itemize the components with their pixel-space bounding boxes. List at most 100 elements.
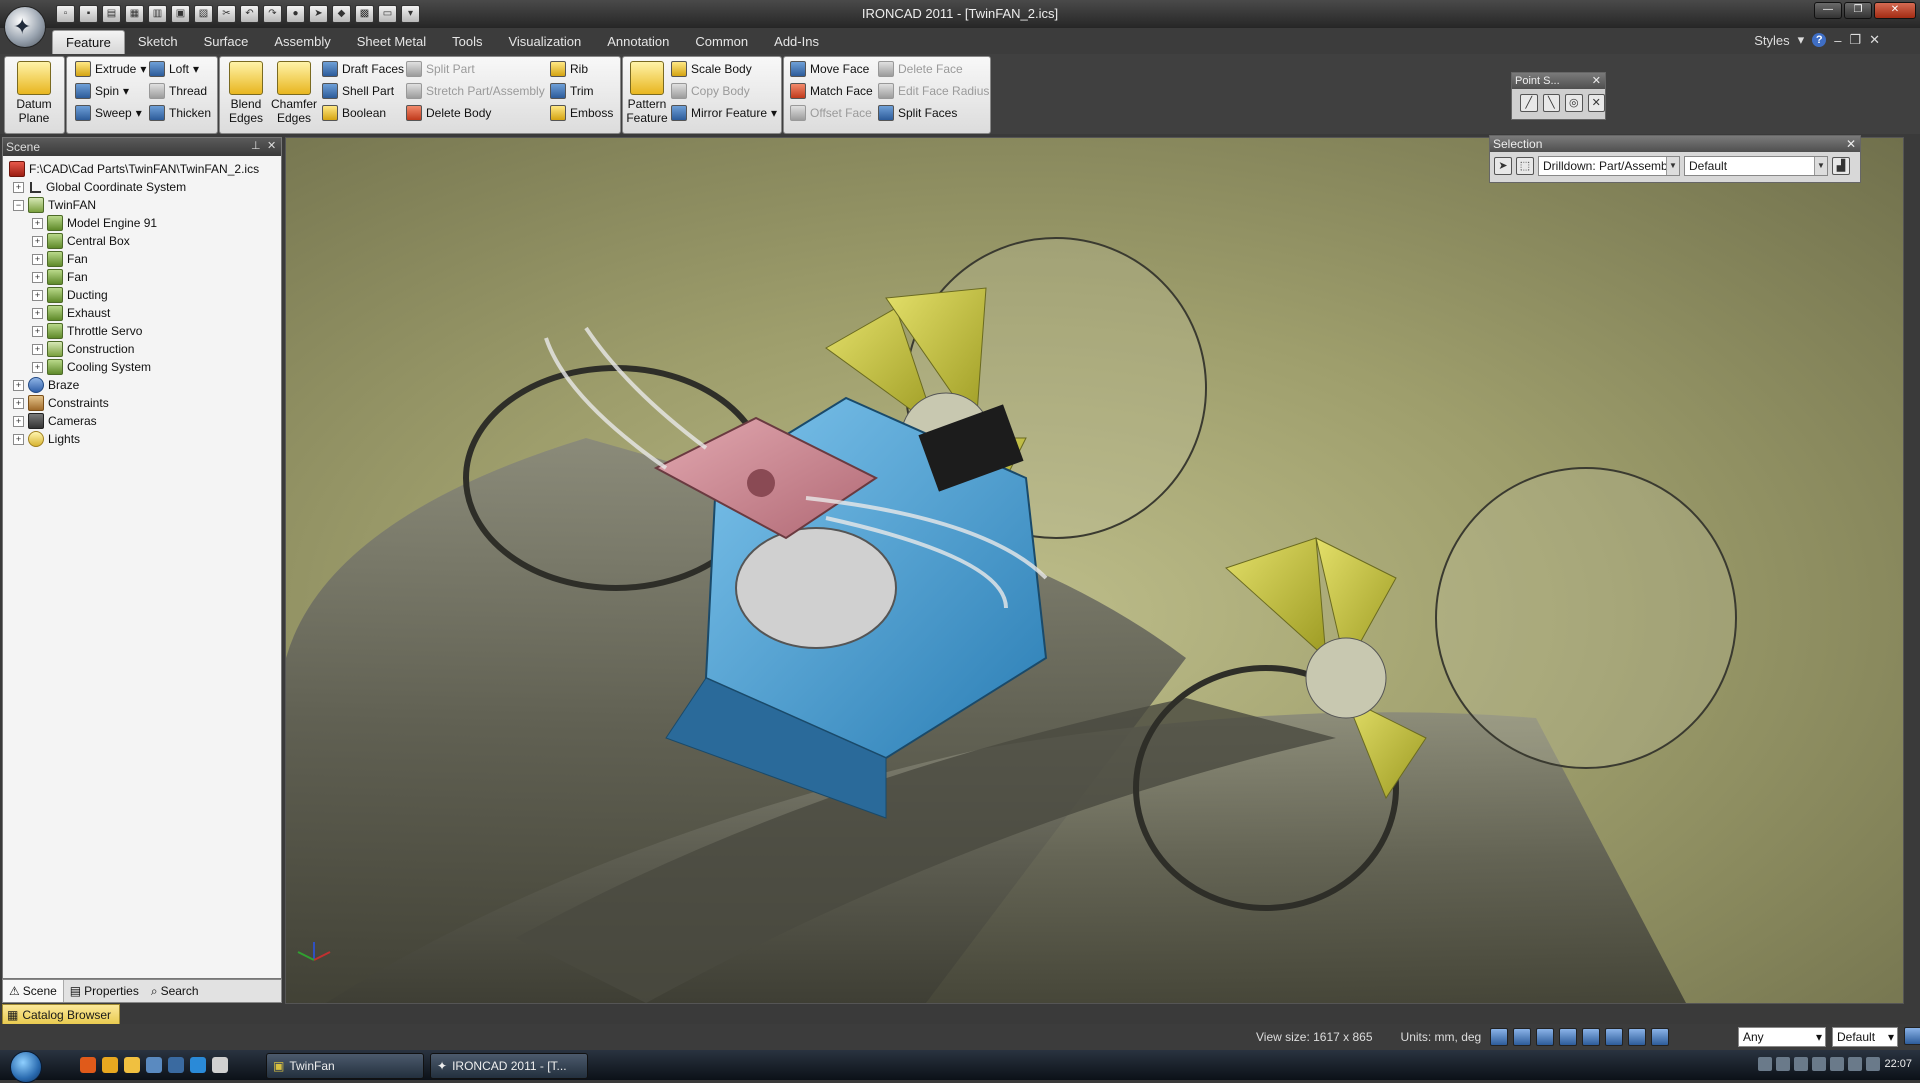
maximize-button[interactable]: ❐: [1844, 2, 1872, 19]
tab-add-ins[interactable]: Add-Ins: [761, 30, 832, 54]
expand-icon[interactable]: +: [32, 307, 43, 319]
emboss-button[interactable]: Emboss: [550, 103, 613, 123]
tray-icon[interactable]: [1812, 1057, 1827, 1071]
section-icon[interactable]: [1605, 1028, 1623, 1046]
expand-icon[interactable]: +: [32, 361, 43, 373]
folder-icon[interactable]: [102, 1057, 118, 1073]
filter-select[interactable]: Any ▾: [1738, 1027, 1826, 1047]
desktop-icon[interactable]: [146, 1057, 162, 1073]
close-button[interactable]: ✕: [1874, 2, 1916, 19]
center-snap-icon[interactable]: ◎: [1565, 94, 1583, 112]
move-face-button[interactable]: Move Face: [790, 59, 869, 79]
expand-icon[interactable]: +: [32, 235, 43, 247]
tree-item-cooling-system[interactable]: + Cooling System: [32, 358, 151, 376]
tab-scene[interactable]: ⚠ Scene: [3, 980, 64, 1002]
split-part-button[interactable]: Split Part: [406, 59, 475, 79]
zoom-icon[interactable]: [1490, 1028, 1508, 1046]
tree-item-cameras[interactable]: + Cameras: [13, 412, 97, 430]
app-menu-button[interactable]: ✦: [4, 6, 46, 48]
expand-icon[interactable]: +: [32, 325, 43, 337]
view-orient-icon[interactable]: [1536, 1028, 1554, 1046]
boolean-button[interactable]: Boolean: [322, 103, 386, 123]
tab-feature[interactable]: Feature: [52, 30, 125, 54]
drilldown-mode-select[interactable]: Drilldown: Part/Assemb ▼: [1538, 156, 1680, 176]
draft-faces-button[interactable]: Draft Faces: [322, 59, 404, 79]
tree-item-throttle-servo[interactable]: + Throttle Servo: [32, 322, 142, 340]
tree-item-construction[interactable]: + Construction: [32, 340, 134, 358]
app-icon[interactable]: [212, 1057, 228, 1073]
chamfer-edges-button[interactable]: Chamfer Edges: [270, 61, 318, 125]
tree-item-ducting[interactable]: + Ducting: [32, 286, 108, 304]
assembly-tree-icon[interactable]: ▟: [1832, 157, 1850, 175]
blend-edges-button[interactable]: Blend Edges: [226, 61, 266, 125]
tray-icon[interactable]: [1830, 1057, 1845, 1071]
camera-icon[interactable]: [1582, 1028, 1600, 1046]
tree-item-fan-1[interactable]: + Fan: [32, 250, 88, 268]
rib-button[interactable]: Rib: [550, 59, 588, 79]
match-face-button[interactable]: Match Face: [790, 81, 873, 101]
cancel-snap-icon[interactable]: ✕: [1587, 94, 1605, 112]
tab-annotation[interactable]: Annotation: [594, 30, 682, 54]
tree-item-constraints[interactable]: + Constraints: [13, 394, 109, 412]
stretch-part-assembly-button[interactable]: Stretch Part/Assembly: [406, 81, 545, 101]
collapse-icon[interactable]: −: [13, 199, 24, 211]
line-snap-icon[interactable]: ╱: [1520, 94, 1538, 112]
help-icon[interactable]: ?: [1812, 33, 1827, 47]
spin-button[interactable]: Spin ▾: [75, 81, 129, 101]
media-icon[interactable]: [124, 1057, 140, 1073]
loft-button[interactable]: Loft ▾: [149, 59, 199, 79]
taskbar-item-ironcad[interactable]: ✦ IRONCAD 2011 - [T...: [430, 1053, 588, 1079]
firefox-icon[interactable]: [80, 1057, 96, 1073]
close-icon[interactable]: ✕: [267, 139, 276, 152]
pin-icon[interactable]: ⊥: [251, 139, 261, 152]
global-icon[interactable]: [1651, 1028, 1669, 1046]
expand-icon[interactable]: +: [13, 433, 24, 445]
tree-icon[interactable]: [1904, 1027, 1920, 1045]
taskbar-item-twinfan[interactable]: ▣ TwinFan: [266, 1053, 424, 1079]
shell-part-button[interactable]: Shell Part: [322, 81, 394, 101]
split-faces-button[interactable]: Split Faces: [878, 103, 957, 123]
tab-properties[interactable]: ▤ Properties: [64, 980, 145, 1002]
expand-icon[interactable]: +: [32, 343, 43, 355]
tree-item-model-engine[interactable]: + Model Engine 91: [32, 214, 157, 232]
display-icon[interactable]: [1628, 1028, 1646, 1046]
select-box-icon[interactable]: ⬚: [1516, 157, 1534, 175]
point-snap-icon[interactable]: ╲: [1542, 94, 1560, 112]
thread-button[interactable]: Thread: [149, 81, 207, 101]
close-icon[interactable]: ✕: [1846, 136, 1856, 152]
scale-body-button[interactable]: Scale Body: [671, 59, 752, 79]
expand-icon[interactable]: +: [13, 379, 24, 391]
network-icon[interactable]: [1848, 1057, 1863, 1071]
tree-item-gcs[interactable]: + Global Coordinate System: [13, 178, 186, 196]
offset-face-button[interactable]: Offset Face: [790, 103, 872, 123]
delete-face-button[interactable]: Delete Face: [878, 59, 963, 79]
zoom-window-icon[interactable]: [1513, 1028, 1531, 1046]
tree-item-central-box[interactable]: + Central Box: [32, 232, 130, 250]
mirror-feature-button[interactable]: Mirror Feature ▾: [671, 103, 777, 123]
selection-filter-select[interactable]: Default ▼: [1684, 156, 1828, 176]
select-arrow-icon[interactable]: ➤: [1494, 157, 1512, 175]
expand-icon[interactable]: +: [32, 271, 43, 283]
expand-icon[interactable]: +: [13, 397, 24, 409]
switch-windows-icon[interactable]: [168, 1057, 184, 1073]
tab-common[interactable]: Common: [682, 30, 761, 54]
ie-icon[interactable]: [190, 1057, 206, 1073]
tray-icon[interactable]: [1758, 1057, 1773, 1071]
datum-plane-button[interactable]: Datum Plane: [9, 61, 59, 125]
trim-button[interactable]: Trim: [550, 81, 594, 101]
tab-tools[interactable]: Tools: [439, 30, 495, 54]
tab-sheet-metal[interactable]: Sheet Metal: [344, 30, 439, 54]
tab-assembly[interactable]: Assembly: [261, 30, 343, 54]
expand-icon[interactable]: +: [32, 289, 43, 301]
expand-icon[interactable]: +: [32, 217, 43, 229]
pattern-feature-button[interactable]: Pattern Feature: [625, 61, 669, 125]
expand-icon[interactable]: +: [13, 415, 24, 427]
3d-viewport[interactable]: [285, 137, 1904, 1004]
tab-visualization[interactable]: Visualization: [495, 30, 594, 54]
restore-doc-icon[interactable]: ❐: [1849, 32, 1861, 48]
sweep-button[interactable]: Sweep ▾: [75, 103, 142, 123]
tray-icon[interactable]: [1776, 1057, 1791, 1071]
delete-body-button[interactable]: Delete Body: [406, 103, 491, 123]
tab-sketch[interactable]: Sketch: [125, 30, 191, 54]
close-doc-icon[interactable]: ✕: [1869, 32, 1880, 48]
